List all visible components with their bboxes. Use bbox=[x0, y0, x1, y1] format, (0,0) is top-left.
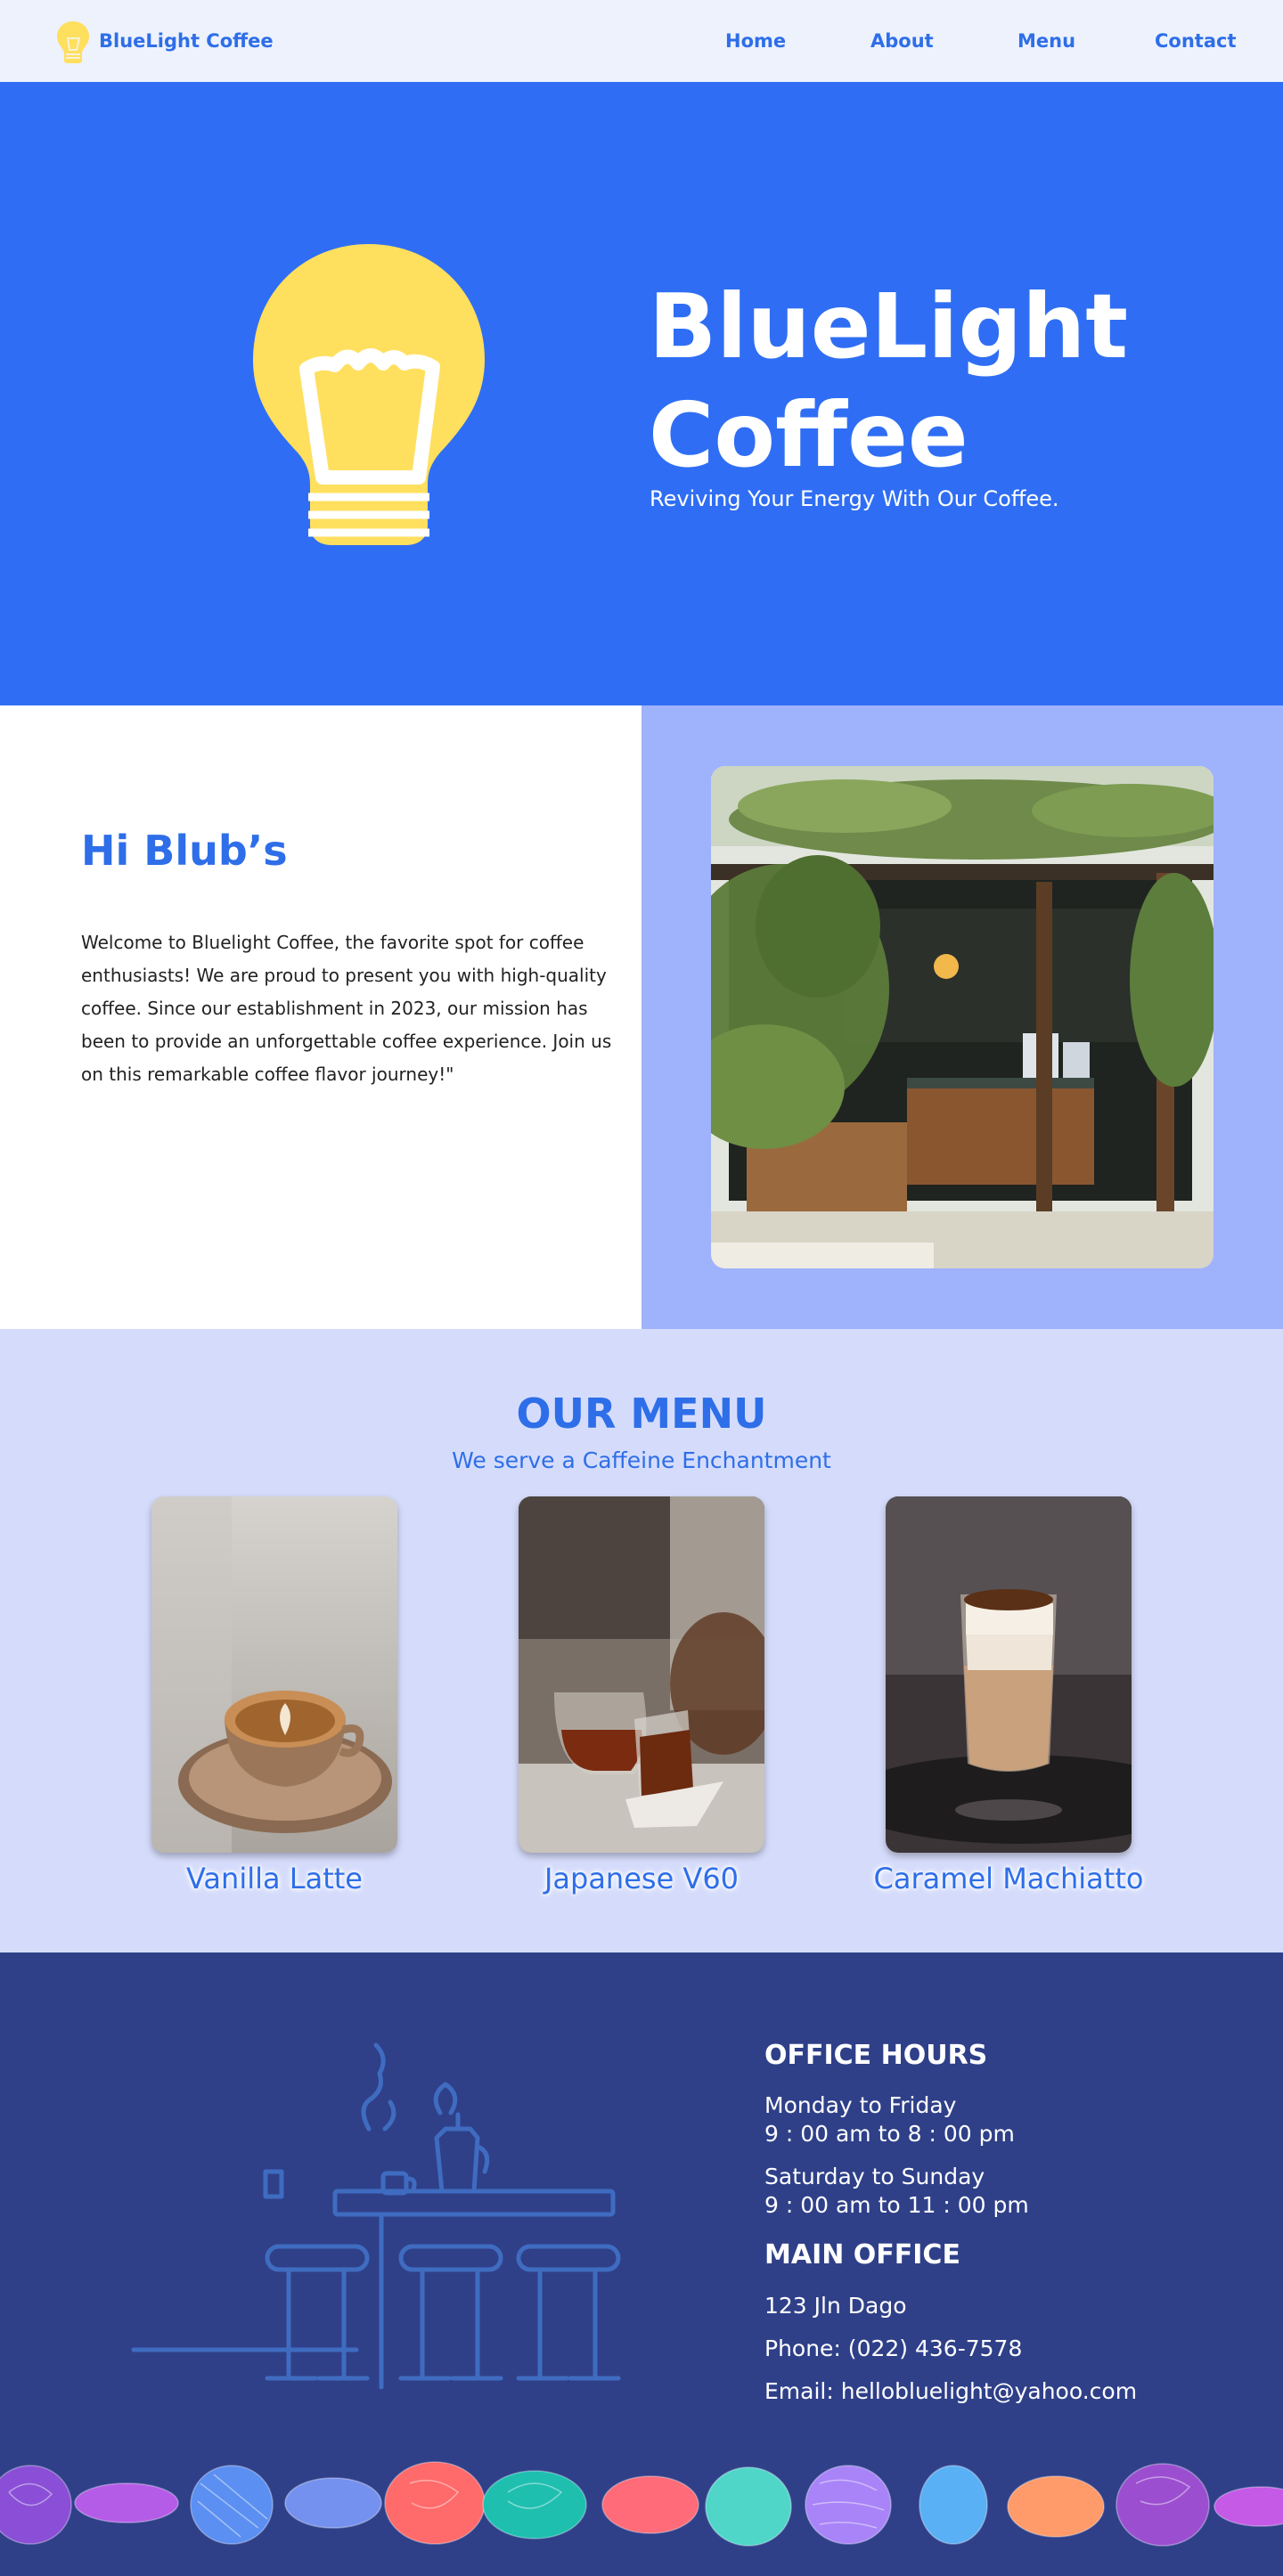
menu-item-name-japanese-v60[interactable]: Japanese V60 bbox=[463, 1862, 820, 1895]
lightbulb-logo-icon[interactable] bbox=[55, 20, 91, 64]
about-text: Welcome to Bluelight Coffee, the favorit… bbox=[81, 932, 612, 1085]
nav-link-contact[interactable]: Contact bbox=[1155, 30, 1237, 52]
coffee-shop-photo bbox=[711, 766, 1214, 1268]
brand-name[interactable]: BlueLight Coffee bbox=[99, 30, 274, 52]
weekday-label: Monday to Friday bbox=[764, 2092, 957, 2118]
office-address: 123 Jln Dago bbox=[764, 2293, 907, 2319]
decorative-pebbles bbox=[0, 2461, 1283, 2547]
nav-link-about[interactable]: About bbox=[870, 30, 934, 52]
menu-item-name-vanilla-latte[interactable]: Vanilla Latte bbox=[96, 1862, 453, 1895]
hero-title-line1: BlueLight bbox=[649, 274, 1129, 379]
office-email[interactable]: Email: hellobluelight@yahoo.com bbox=[764, 2378, 1137, 2404]
office-hours-title: OFFICE HOURS bbox=[764, 2040, 988, 2071]
menu-title: OUR MENU bbox=[516, 1390, 767, 1438]
about-title: Hi Blub’s bbox=[81, 827, 288, 875]
cafe-bar-illustration bbox=[131, 2042, 621, 2390]
weekend-label: Saturday to Sunday bbox=[764, 2164, 985, 2189]
weekend-hours: 9 : 00 am to 11 : 00 pm bbox=[764, 2192, 1029, 2218]
nav-link-home[interactable]: Home bbox=[725, 30, 786, 52]
lightbulb-icon bbox=[253, 244, 485, 545]
caramel-machiatto-photo[interactable] bbox=[886, 1496, 1132, 1853]
hero-title: BlueLight Coffee bbox=[649, 273, 1128, 490]
menu-item-name-caramel-machiatto[interactable]: Caramel Machiatto bbox=[830, 1862, 1187, 1895]
office-phone[interactable]: Phone: (022) 436-7578 bbox=[764, 2336, 1022, 2361]
main-office-title: MAIN OFFICE bbox=[764, 2239, 960, 2270]
menu-subtitle: We serve a Caffeine Enchantment bbox=[452, 1447, 831, 1473]
hero-subtitle: Reviving Your Energy With Our Coffee. bbox=[650, 486, 1059, 511]
navbar: BlueLight Coffee Home About Menu Contact bbox=[0, 0, 1283, 82]
weekday-hours: 9 : 00 am to 8 : 00 pm bbox=[764, 2121, 1015, 2147]
vanilla-latte-photo[interactable] bbox=[151, 1496, 397, 1853]
hero-title-line2: Coffee bbox=[649, 383, 968, 487]
nav-link-menu[interactable]: Menu bbox=[1017, 30, 1075, 52]
japanese-v60-photo[interactable] bbox=[519, 1496, 764, 1853]
